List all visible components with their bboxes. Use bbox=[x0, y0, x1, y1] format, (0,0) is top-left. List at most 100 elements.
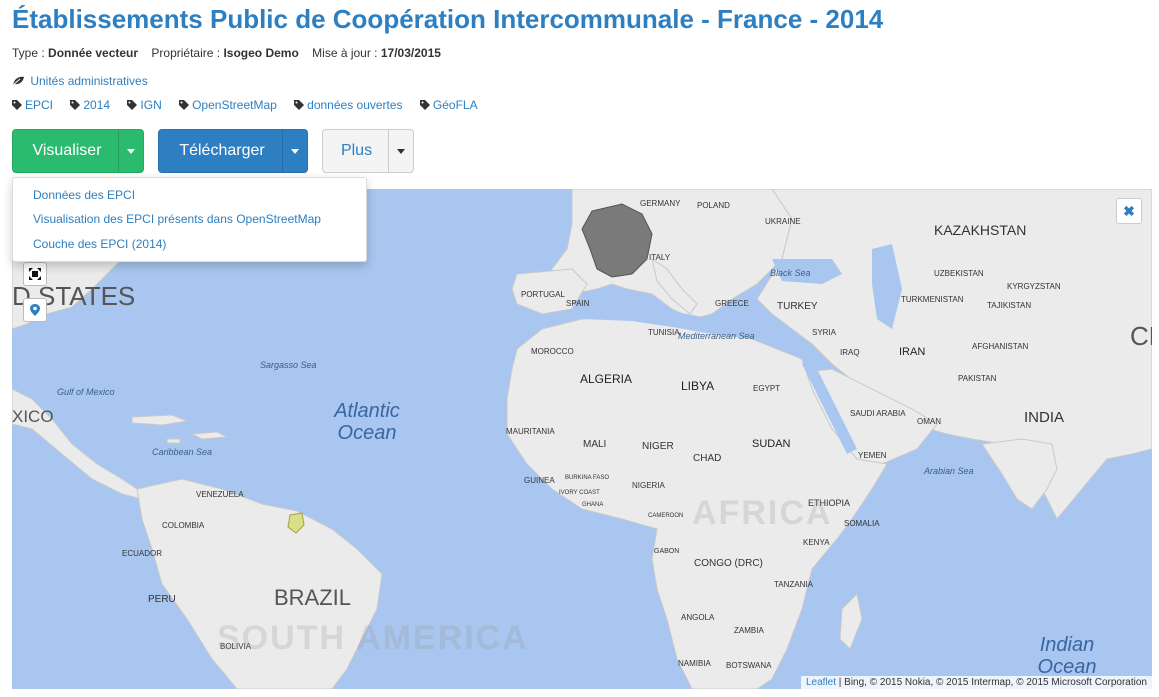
map-label-turkmenistan: TURKMENISTAN bbox=[901, 295, 964, 304]
map-label-ivory-coast: IVORY COAST bbox=[559, 490, 600, 496]
map-label-tunisia: TUNISIA bbox=[648, 328, 680, 337]
map-label-yemen: YEMEN bbox=[858, 451, 887, 460]
tag-icon bbox=[127, 100, 138, 110]
map-view[interactable]: D STATES XICO Gulf of Mexico Sargasso Se… bbox=[12, 189, 1152, 689]
map-label-kyrgyzstan: KYRGYZSTAN bbox=[1007, 282, 1061, 291]
metadata-line: Type : Donnée vecteur Propriétaire : Iso… bbox=[12, 46, 441, 60]
map-label-ukraine: UKRAINE bbox=[765, 217, 801, 226]
map-label-botswana: BOTSWANA bbox=[726, 661, 772, 670]
tag-openstreetmap[interactable]: OpenStreetMap bbox=[179, 98, 277, 112]
map-label-oman: OMAN bbox=[917, 417, 941, 426]
map-label-morocco: MOROCCO bbox=[531, 347, 574, 356]
map-label-poland: POLAND bbox=[697, 201, 730, 210]
locate-control[interactable] bbox=[23, 298, 47, 322]
map-label-congo-drc: CONGO (DRC) bbox=[694, 558, 763, 569]
tag-geofla[interactable]: GéoFLA bbox=[419, 98, 478, 112]
dropdown-item-epci-data[interactable]: Données des EPCI bbox=[33, 188, 135, 202]
map-label-saudi-arabia: SAUDI ARABIA bbox=[850, 409, 906, 418]
map-label-gulf-of-mexico: Gulf of Mexico bbox=[57, 387, 115, 397]
map-label-algeria: ALGERIA bbox=[580, 372, 633, 386]
map-label-peru: PERU bbox=[148, 594, 176, 605]
fullscreen-control[interactable] bbox=[23, 262, 47, 286]
theme-label: Unités administratives bbox=[30, 74, 148, 88]
attribution-text: | Bing, © 2015 Nokia, © 2015 Intermap, ©… bbox=[836, 677, 1147, 688]
map-label-namibia: NAMIBIA bbox=[678, 659, 711, 668]
map-attribution: Leaflet | Bing, © 2015 Nokia, © 2015 Int… bbox=[800, 676, 1152, 689]
map-label-brazil: BRAZIL bbox=[274, 585, 352, 610]
theme-link[interactable]: Unités administratives bbox=[12, 74, 148, 88]
visualize-button-group: Visualiser bbox=[12, 129, 144, 173]
download-dropdown-toggle[interactable] bbox=[282, 130, 307, 172]
map-marker-icon bbox=[30, 304, 40, 316]
map-label-venezuela: VENEZUELA bbox=[196, 490, 244, 499]
map-label-egypt: EGYPT bbox=[753, 384, 781, 393]
map-label-somalia: SOMALIA bbox=[844, 519, 880, 528]
map-label-south-america: SOUTH AMERICA bbox=[217, 619, 529, 657]
tag-list: EPCI 2014 IGN OpenStreetMap données ouve… bbox=[12, 98, 492, 112]
map-label-zambia: ZAMBIA bbox=[734, 626, 764, 635]
tag-icon bbox=[12, 100, 22, 110]
map-label-portugal: PORTUGAL bbox=[521, 290, 565, 299]
type-value: Donnée vecteur bbox=[48, 46, 139, 60]
map-label-india: INDIA bbox=[1024, 409, 1065, 426]
map-label-afghanistan: AFGHANISTAN bbox=[972, 342, 1029, 351]
map-label-ecuador: ECUADOR bbox=[122, 549, 163, 558]
visualize-button[interactable]: Visualiser bbox=[13, 130, 121, 172]
map-label-iraq: IRAQ bbox=[840, 348, 860, 357]
close-map-button[interactable]: ✖ bbox=[1116, 198, 1142, 224]
caret-down-icon bbox=[291, 148, 299, 154]
map-label-kazakhstan: KAZAKHSTAN bbox=[934, 222, 1027, 238]
map-label-nigeria: NIGERIA bbox=[632, 481, 665, 490]
map-label-iran: IRAN bbox=[899, 346, 926, 358]
map-label-tajikistan: TAJIKISTAN bbox=[987, 301, 1032, 310]
leaf-icon bbox=[12, 76, 24, 86]
map-label-burkina-faso: BURKINA FASO bbox=[565, 475, 610, 481]
update-label: Mise à jour : bbox=[312, 46, 378, 60]
more-dropdown-toggle[interactable] bbox=[388, 130, 413, 172]
dropdown-item-osm-visualization[interactable]: Visualisation des EPCI présents dans Ope… bbox=[33, 212, 321, 226]
map-label-syria: SYRIA bbox=[812, 328, 837, 337]
map-label-black-sea: Black Sea bbox=[770, 268, 811, 278]
map-label-mediterranean-sea: Mediterranean Sea bbox=[678, 331, 755, 341]
update-value: 17/03/2015 bbox=[380, 46, 441, 60]
map-label-mauritania: MAURITANIA bbox=[506, 427, 555, 436]
map-label-indian-ocean: Indian Ocean bbox=[1037, 634, 1097, 678]
map-label-niger: NIGER bbox=[642, 441, 674, 452]
type-label: Type : bbox=[12, 46, 45, 60]
tag-ign[interactable]: IGN bbox=[127, 98, 162, 112]
map-label-africa: AFRICA bbox=[692, 494, 833, 532]
map-label-libya: LIBYA bbox=[681, 379, 715, 393]
map-label-uzbekistan: UZBEKISTAN bbox=[934, 269, 984, 278]
download-button[interactable]: Télécharger bbox=[159, 130, 285, 172]
map-label-germany: GERMANY bbox=[640, 199, 681, 208]
map-label-chad: CHAD bbox=[693, 453, 722, 464]
tag-donnees-ouvertes[interactable]: données ouvertes bbox=[294, 98, 403, 112]
tag-2014[interactable]: 2014 bbox=[70, 98, 110, 112]
caret-down-icon bbox=[397, 148, 405, 154]
leaflet-link[interactable]: Leaflet bbox=[806, 677, 836, 688]
expand-icon bbox=[29, 268, 41, 280]
map-label-colombia: COLOMBIA bbox=[162, 521, 205, 530]
map-label-greece: GREECE bbox=[715, 299, 749, 308]
tag-epci[interactable]: EPCI bbox=[12, 98, 53, 112]
owner-label: Propriétaire : bbox=[151, 46, 221, 60]
caret-down-icon bbox=[127, 148, 135, 154]
owner-value: Isogeo Demo bbox=[223, 46, 299, 60]
map-label-kenya: KENYA bbox=[803, 538, 830, 547]
map-label-turkey: TURKEY bbox=[777, 301, 818, 312]
more-button[interactable]: Plus bbox=[323, 130, 390, 172]
visualize-dropdown-menu: Données des EPCI Visualisation des EPCI … bbox=[12, 177, 367, 262]
map-label-arabian-sea: Arabian Sea bbox=[924, 466, 974, 476]
dropdown-item-epci-layer[interactable]: Couche des EPCI (2014) bbox=[33, 237, 166, 251]
download-button-group: Télécharger bbox=[158, 129, 308, 173]
map-label-gabon: GABON bbox=[654, 548, 680, 555]
map-label-guinea: GUINEA bbox=[524, 476, 555, 485]
tag-icon bbox=[179, 100, 190, 110]
map-label-caribbean-sea: Caribbean Sea bbox=[152, 447, 213, 457]
visualize-dropdown-toggle[interactable] bbox=[118, 130, 143, 172]
map-label-pakistan: PAKISTAN bbox=[958, 374, 997, 383]
page-title: Établissements Public de Coopération Int… bbox=[12, 4, 884, 34]
map-label-ghana: GHANA bbox=[582, 502, 604, 508]
map-label-spain: SPAIN bbox=[566, 299, 590, 308]
map-label-mali: MALI bbox=[583, 439, 607, 450]
